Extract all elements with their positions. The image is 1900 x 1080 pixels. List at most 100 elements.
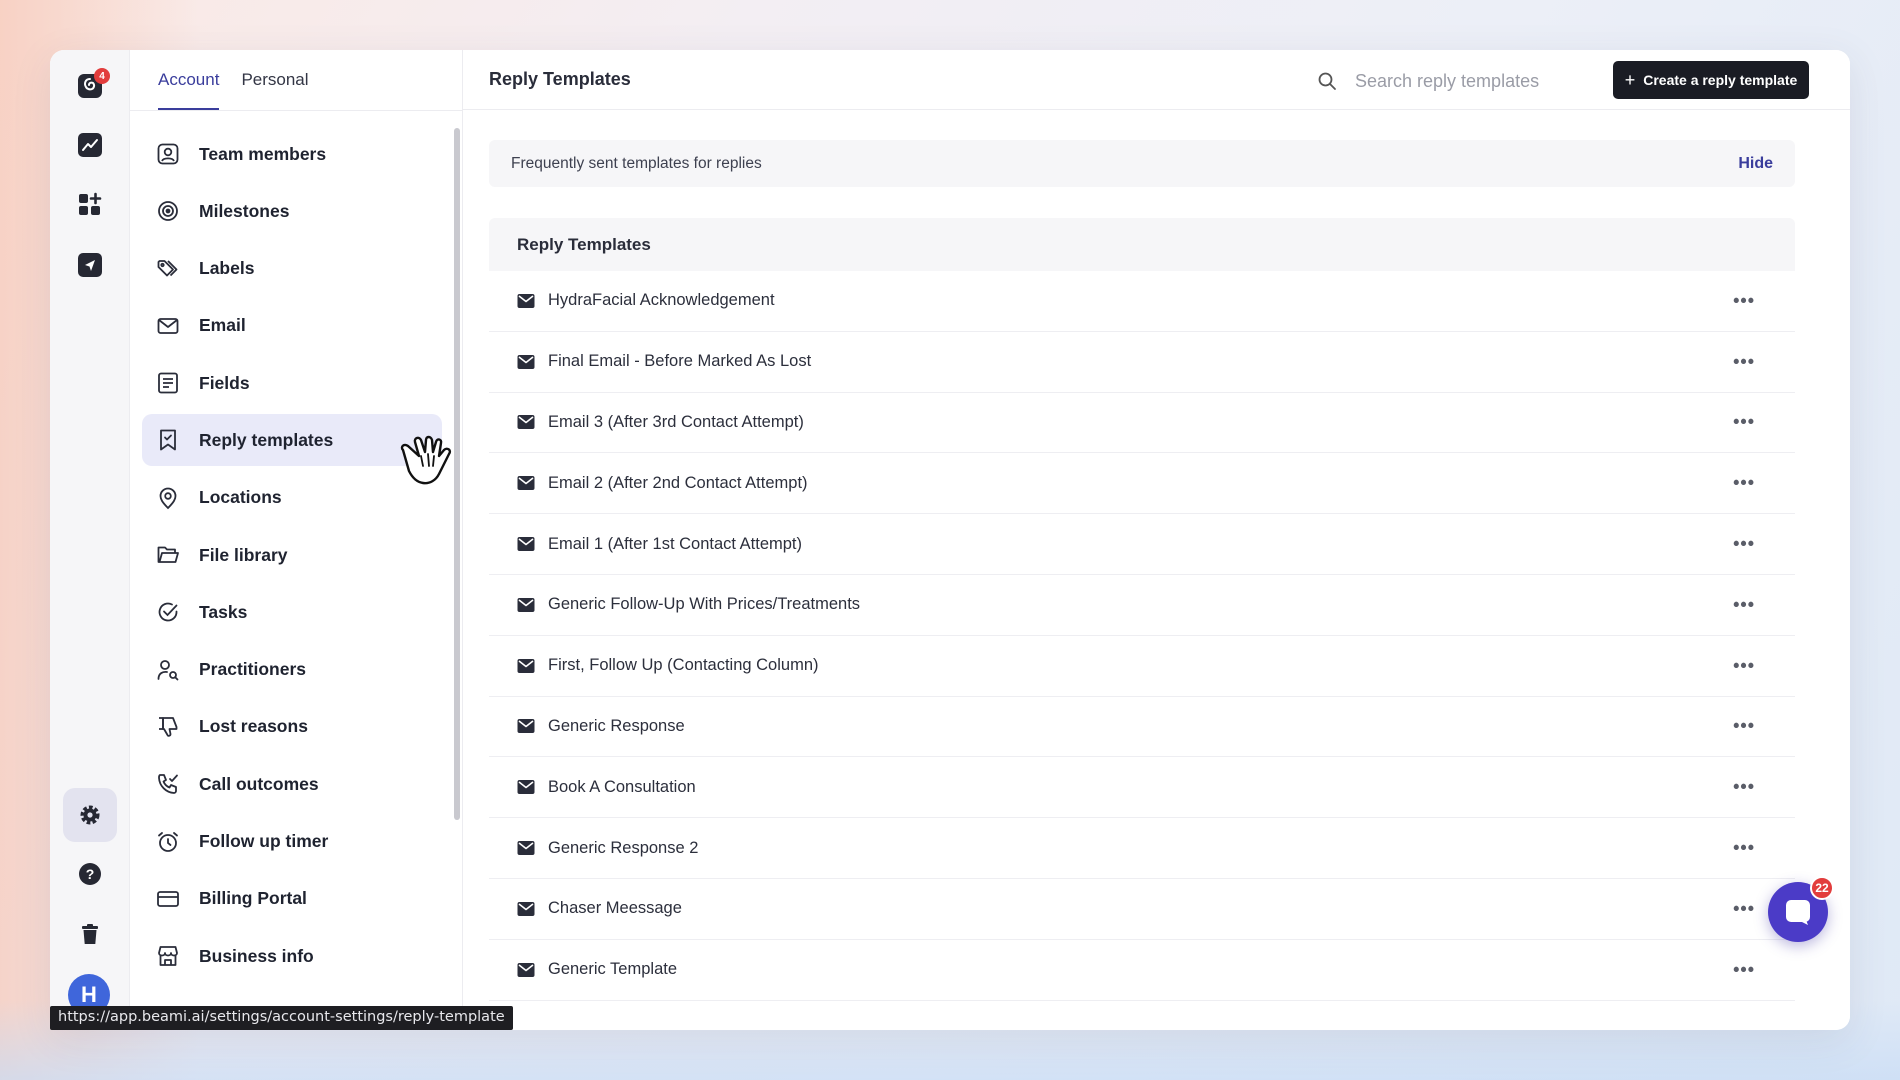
logo-button[interactable]: 4 [70, 66, 110, 106]
settings-button[interactable] [63, 788, 117, 842]
mail-icon [517, 354, 535, 369]
create-button-label: Create a reply template [1643, 72, 1798, 88]
hand-cursor-icon [400, 435, 452, 485]
main-content: Reply Templates + Create a reply templat… [463, 50, 1850, 1030]
more-options-button[interactable]: ••• [1733, 473, 1755, 494]
more-options-button[interactable]: ••• [1733, 898, 1755, 919]
nav-item-label: Email [199, 315, 246, 336]
icon-rail: 4 ? H [50, 50, 130, 1030]
nav-item-practitioners[interactable]: Practitioners [142, 644, 442, 696]
status-bar-url: https://app.beami.ai/settings/account-se… [50, 1006, 513, 1030]
nav-item-lost-reasons[interactable]: Lost reasons [142, 701, 442, 753]
create-reply-template-button[interactable]: + Create a reply template [1613, 61, 1809, 99]
more-options-button[interactable]: ••• [1733, 959, 1755, 980]
nav-item-label: Practitioners [199, 659, 306, 680]
nav-item-label: File library [199, 544, 288, 565]
template-row[interactable]: HydraFacial Acknowledgement ••• [489, 271, 1795, 332]
more-options-button[interactable]: ••• [1733, 534, 1755, 555]
analytics-button[interactable] [70, 125, 110, 165]
search-input[interactable] [1355, 70, 1575, 92]
template-row[interactable]: First, Follow Up (Contacting Column) ••• [489, 636, 1795, 697]
gear-icon [80, 805, 100, 825]
search-icon [1318, 72, 1336, 90]
template-row[interactable]: Book A Consultation ••• [489, 757, 1795, 819]
tab-account[interactable]: Account [158, 51, 220, 111]
section-title: Reply Templates [489, 218, 1795, 271]
nav-item-email[interactable]: Email [142, 300, 442, 352]
template-name: First, Follow Up (Contacting Column) [548, 656, 819, 675]
nav-item-label: Labels [199, 258, 255, 279]
chart-trend-icon [78, 133, 102, 157]
more-options-button[interactable]: ••• [1733, 412, 1755, 433]
mail-icon [517, 415, 535, 430]
more-options-button[interactable]: ••• [1733, 655, 1755, 676]
nav-item-call-outcomes[interactable]: Call outcomes [142, 758, 442, 810]
template-row[interactable]: Final Email - Before Marked As Lost ••• [489, 332, 1795, 393]
template-row[interactable]: Generic Template ••• [489, 940, 1795, 1001]
frequent-templates-text: Frequently sent templates for replies [511, 154, 762, 172]
nav-item-label: Locations [199, 487, 282, 508]
mail-icon [517, 476, 535, 491]
more-options-button[interactable]: ••• [1733, 594, 1755, 615]
mail-icon [517, 597, 535, 612]
nav-item-fields[interactable]: Fields [142, 357, 442, 409]
thumbs-down-icon [159, 717, 178, 737]
settings-tabs: Account Personal [158, 50, 309, 111]
mail-icon [517, 719, 535, 734]
nav-item-team-members[interactable]: Team members [142, 128, 442, 180]
template-name: Generic Follow-Up With Prices/Treatments [548, 595, 861, 614]
nav-item-billing-portal[interactable]: Billing Portal [142, 873, 442, 925]
apps-button[interactable] [70, 185, 110, 225]
nav-item-tasks[interactable]: Tasks [142, 586, 442, 638]
hide-link[interactable]: Hide [1738, 155, 1773, 173]
mail-icon [517, 901, 535, 916]
template-row[interactable]: Generic Follow-Up With Prices/Treatments… [489, 575, 1795, 636]
template-row[interactable]: Chaser Meessage ••• [489, 879, 1795, 940]
settings-nav: Account Personal Team members Milestones [130, 50, 463, 1030]
tab-personal[interactable]: Personal [241, 51, 308, 111]
mail-icon [517, 293, 535, 308]
storefront-icon [158, 946, 178, 967]
nav-item-label: Team members [199, 143, 327, 164]
search-box[interactable] [1303, 62, 1593, 100]
more-options-button[interactable]: ••• [1733, 716, 1755, 737]
svg-text:?: ? [86, 866, 95, 882]
template-name: HydraFacial Acknowledgement [548, 291, 775, 310]
template-row[interactable]: Email 3 (After 3rd Contact Attempt) ••• [489, 393, 1795, 454]
more-options-button[interactable]: ••• [1733, 838, 1755, 859]
target-icon [158, 201, 178, 222]
folder-icon [157, 546, 179, 563]
template-name: Chaser Meessage [548, 899, 682, 918]
send-button[interactable] [70, 245, 110, 285]
chat-widget-button[interactable]: 22 [1768, 876, 1834, 942]
user-search-icon [157, 659, 179, 681]
template-name: Final Email - Before Marked As Lost [548, 352, 812, 371]
nav-item-milestones[interactable]: Milestones [142, 185, 442, 237]
template-row[interactable]: Email 2 (After 2nd Contact Attempt) ••• [489, 453, 1795, 515]
template-row[interactable]: Email 1 (After 1st Contact Attempt) ••• [489, 514, 1795, 575]
more-options-button[interactable]: ••• [1733, 351, 1755, 372]
template-row[interactable]: Generic Response ••• [489, 697, 1795, 758]
nav-item-file-library[interactable]: File library [142, 529, 442, 581]
template-row[interactable]: Generic Response 2 ••• [489, 818, 1795, 879]
nav-item-label: Milestones [199, 200, 290, 221]
nav-item-business-info[interactable]: Business info [142, 930, 442, 982]
more-options-button[interactable]: ••• [1733, 777, 1755, 798]
tags-icon [157, 259, 178, 276]
nav-item-label: Billing Portal [199, 888, 307, 909]
check-circle-icon [158, 603, 178, 622]
trash-button[interactable] [70, 914, 110, 954]
location-pin-icon [159, 487, 177, 510]
logo-notification-badge: 4 [94, 68, 110, 84]
nav-item-follow-up-timer[interactable]: Follow up timer [142, 816, 442, 868]
list-icon [158, 372, 178, 394]
chat-notification-badge: 22 [1810, 876, 1834, 900]
nav-item-label: Follow up timer [199, 831, 329, 852]
more-options-button[interactable]: ••• [1733, 290, 1755, 311]
nav-item-labels[interactable]: Labels [142, 243, 442, 295]
template-name: Generic Response [548, 716, 685, 735]
user-circle-icon [157, 143, 179, 165]
send-icon [78, 253, 102, 277]
help-button[interactable]: ? [70, 854, 110, 894]
nav-item-label: Business info [199, 945, 314, 966]
